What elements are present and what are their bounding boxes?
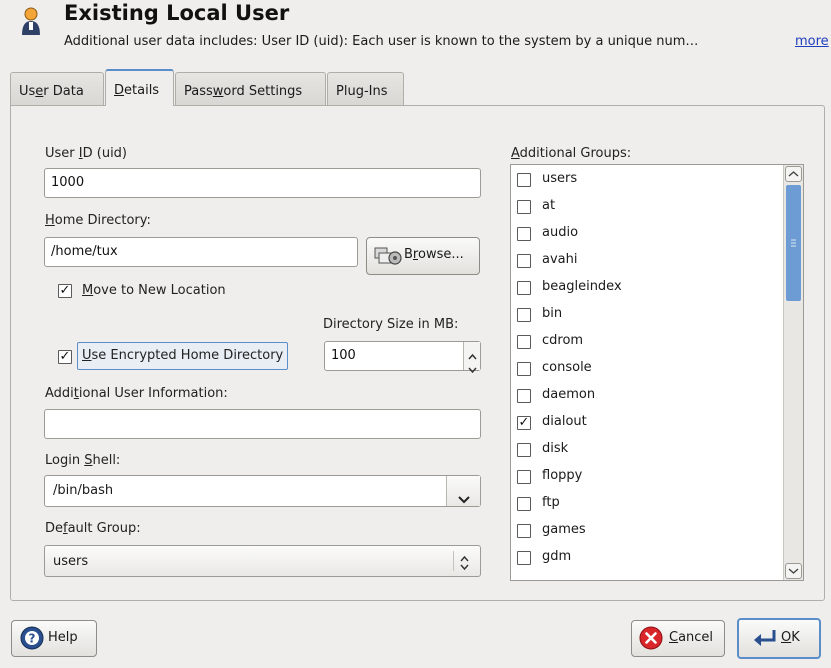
group-name: audio [542,225,579,240]
group-checkbox[interactable] [517,335,531,349]
default-group-label: Default Group: [45,521,141,536]
group-checkbox[interactable] [517,362,531,376]
tab-user-data[interactable]: User Data [10,72,104,105]
group-name: games [542,522,586,537]
group-item[interactable]: avahi [511,248,783,275]
use-encrypted-home-label: Use Encrypted Home Directory [77,342,289,370]
home-directory-input[interactable]: /home/tux [44,237,358,267]
group-checkbox[interactable] [517,254,531,268]
group-item[interactable]: ✓ dialout [511,410,783,437]
group-checkbox[interactable] [517,227,531,241]
group-checkbox[interactable] [517,524,531,538]
use-encrypted-home-checkbox[interactable]: ✓ [58,350,72,364]
group-name: dialout [542,414,587,429]
group-checkbox[interactable] [517,551,531,565]
group-checkbox[interactable] [517,173,531,187]
group-checkbox[interactable] [517,389,531,403]
group-checkbox[interactable] [517,281,531,295]
ok-button[interactable]: OK [737,618,821,659]
group-item[interactable]: console [511,356,783,383]
group-name: cdrom [542,333,584,348]
group-checkbox[interactable] [517,308,531,322]
group-name: at [542,198,556,213]
ok-icon [751,627,777,663]
scroll-down-icon[interactable] [785,563,802,579]
groups-scrollbar[interactable] [783,165,803,580]
additional-groups-list[interactable]: users at audio avahi beagleindex bin cdrom cons… [510,164,804,581]
page-title: Existing Local User [64,1,290,25]
group-item[interactable]: bin [511,302,783,329]
browse-button[interactable]: Browse... [366,237,480,275]
group-item[interactable]: games [511,518,783,545]
group-name: beagleindex [542,279,622,294]
move-to-new-location-checkbox[interactable]: ✓ [58,284,72,298]
group-checkbox[interactable] [517,470,531,484]
group-name: console [542,360,592,375]
browse-icon [373,245,403,281]
help-button[interactable]: ? Help [11,620,97,657]
group-item[interactable]: at [511,194,783,221]
header-description: Additional user data includes: User ID (… [64,34,699,49]
group-name: daemon [542,387,596,402]
scrollbar-thumb[interactable] [786,185,801,301]
additional-user-info-label: Additional User Information: [45,386,228,401]
group-checkbox[interactable] [517,443,531,457]
group-item[interactable]: ftp [511,491,783,518]
user-icon [20,6,42,36]
group-item[interactable]: disk [511,437,783,464]
group-name: floppy [542,468,583,483]
home-directory-label: Home Directory: [45,213,151,228]
group-item[interactable]: users [511,167,783,194]
group-item[interactable]: daemon [511,383,783,410]
additional-user-info-input[interactable] [44,409,481,439]
group-name: bin [542,306,563,321]
svg-text:?: ? [29,632,36,646]
spin-down-icon[interactable] [468,357,477,385]
help-icon: ? [20,626,44,664]
cancel-button[interactable]: Cancel [631,620,725,657]
tab-plug-ins[interactable]: Plug-Ins [327,72,404,105]
group-item[interactable]: cdrom [511,329,783,356]
chevron-down-icon [458,486,470,516]
group-name: disk [542,441,569,456]
updown-arrows-icon [460,553,469,583]
move-to-new-location-label: Move to New Location [82,283,226,298]
login-shell-combo[interactable]: /bin/bash [44,475,481,507]
group-item[interactable]: gdm [511,545,783,572]
additional-groups-label: Additional Groups: [511,146,632,161]
group-checkbox[interactable] [517,200,531,214]
directory-size-label: Directory Size in MB: [323,317,459,332]
group-item[interactable]: audio [511,221,783,248]
directory-size-spinbox[interactable]: 100 [324,341,481,374]
group-checkbox[interactable]: ✓ [517,416,531,430]
uid-label: User ID (uid) [45,146,127,161]
group-item[interactable]: beagleindex [511,275,783,302]
default-group-combo[interactable]: users [44,545,481,577]
tab-password-settings[interactable]: Password Settings [175,72,326,105]
group-checkbox[interactable] [517,497,531,511]
scroll-up-icon[interactable] [785,166,802,182]
cancel-icon [639,626,663,664]
group-name: avahi [542,252,578,267]
group-name: ftp [542,495,560,510]
group-name: users [542,171,578,186]
uid-input[interactable]: 1000 [44,168,481,198]
tab-details[interactable]: Details [105,69,174,106]
group-name: gdm [542,549,572,564]
login-shell-label: Login Shell: [45,453,121,468]
more-link[interactable]: more [795,34,829,49]
group-item[interactable]: floppy [511,464,783,491]
